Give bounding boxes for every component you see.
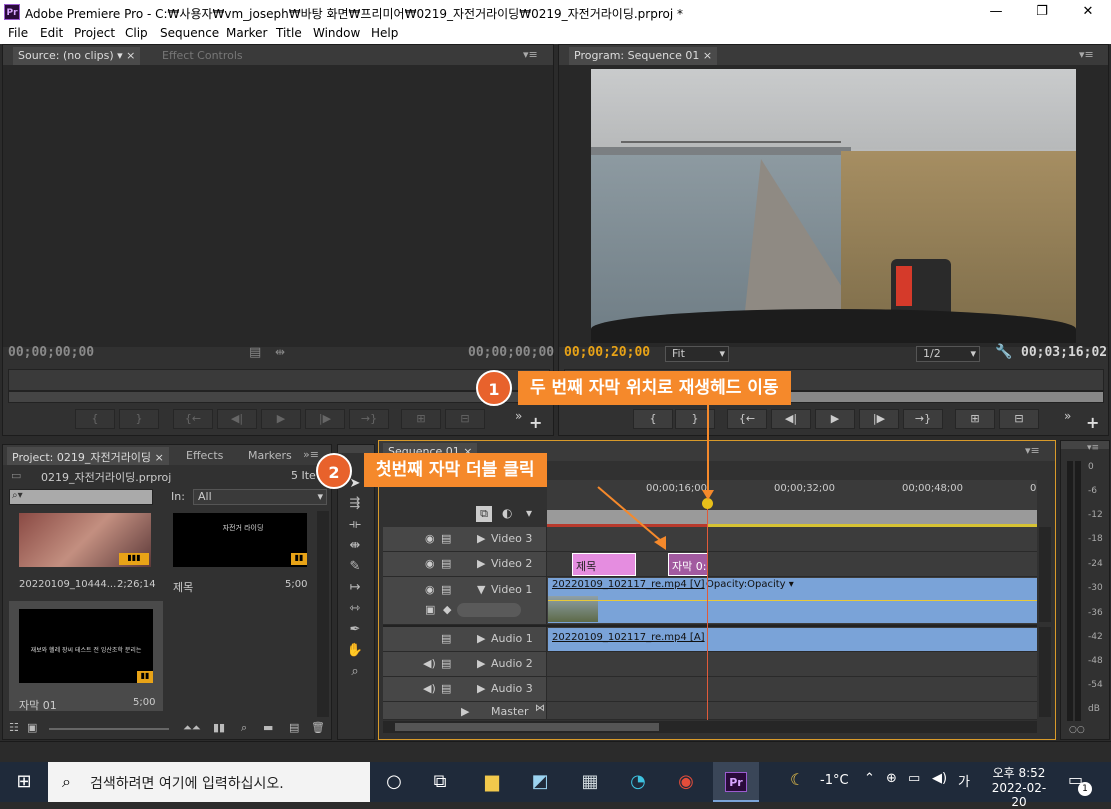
clock-date: 2022-02-20	[991, 781, 1047, 809]
network-icon[interactable]: ▭	[908, 771, 920, 786]
tray-chevron-icon[interactable]: ⌃	[864, 771, 875, 786]
arrow-2-head	[654, 536, 666, 550]
taskbar-search-placeholder: 검색하려면 여기에 입력하십시오.	[90, 776, 284, 792]
edge-icon[interactable]: ◔	[618, 762, 658, 802]
file-explorer-icon[interactable]: ▆	[472, 762, 512, 802]
clock[interactable]: 오후 8:52 2022-02-20	[988, 764, 1050, 809]
calculator-icon[interactable]: ▦	[570, 762, 610, 802]
notes-app-icon[interactable]: ◩	[520, 762, 560, 802]
premiere-icon: Pr	[725, 772, 747, 792]
notification-badge: 1	[1078, 782, 1092, 796]
clock-time: 오후 8:52	[992, 766, 1046, 780]
arrow-2-line	[597, 486, 661, 541]
taskbar-search-box[interactable]: ⌕ 검색하려면 여기에 입력하십시오.	[48, 762, 370, 802]
volume-icon[interactable]: ◀)	[932, 771, 947, 786]
weather-temp[interactable]: -1°C	[820, 773, 849, 788]
callout-arrows	[597, 405, 714, 550]
search-icon: ⌕	[62, 772, 71, 791]
weather-moon-icon[interactable]: ☾	[790, 770, 804, 789]
tray-device-icon[interactable]: ⊕	[886, 771, 897, 786]
chrome-icon[interactable]: ◉	[666, 762, 706, 802]
arrow-1-head	[702, 490, 714, 500]
windows-start-icon[interactable]: ⊞	[4, 762, 44, 802]
ime-indicator[interactable]: 가	[958, 771, 970, 790]
task-view-icon[interactable]: ⧉	[420, 762, 460, 802]
premiere-taskbar-button[interactable]: Pr	[713, 762, 759, 802]
cortana-icon[interactable]: ○	[374, 762, 414, 802]
